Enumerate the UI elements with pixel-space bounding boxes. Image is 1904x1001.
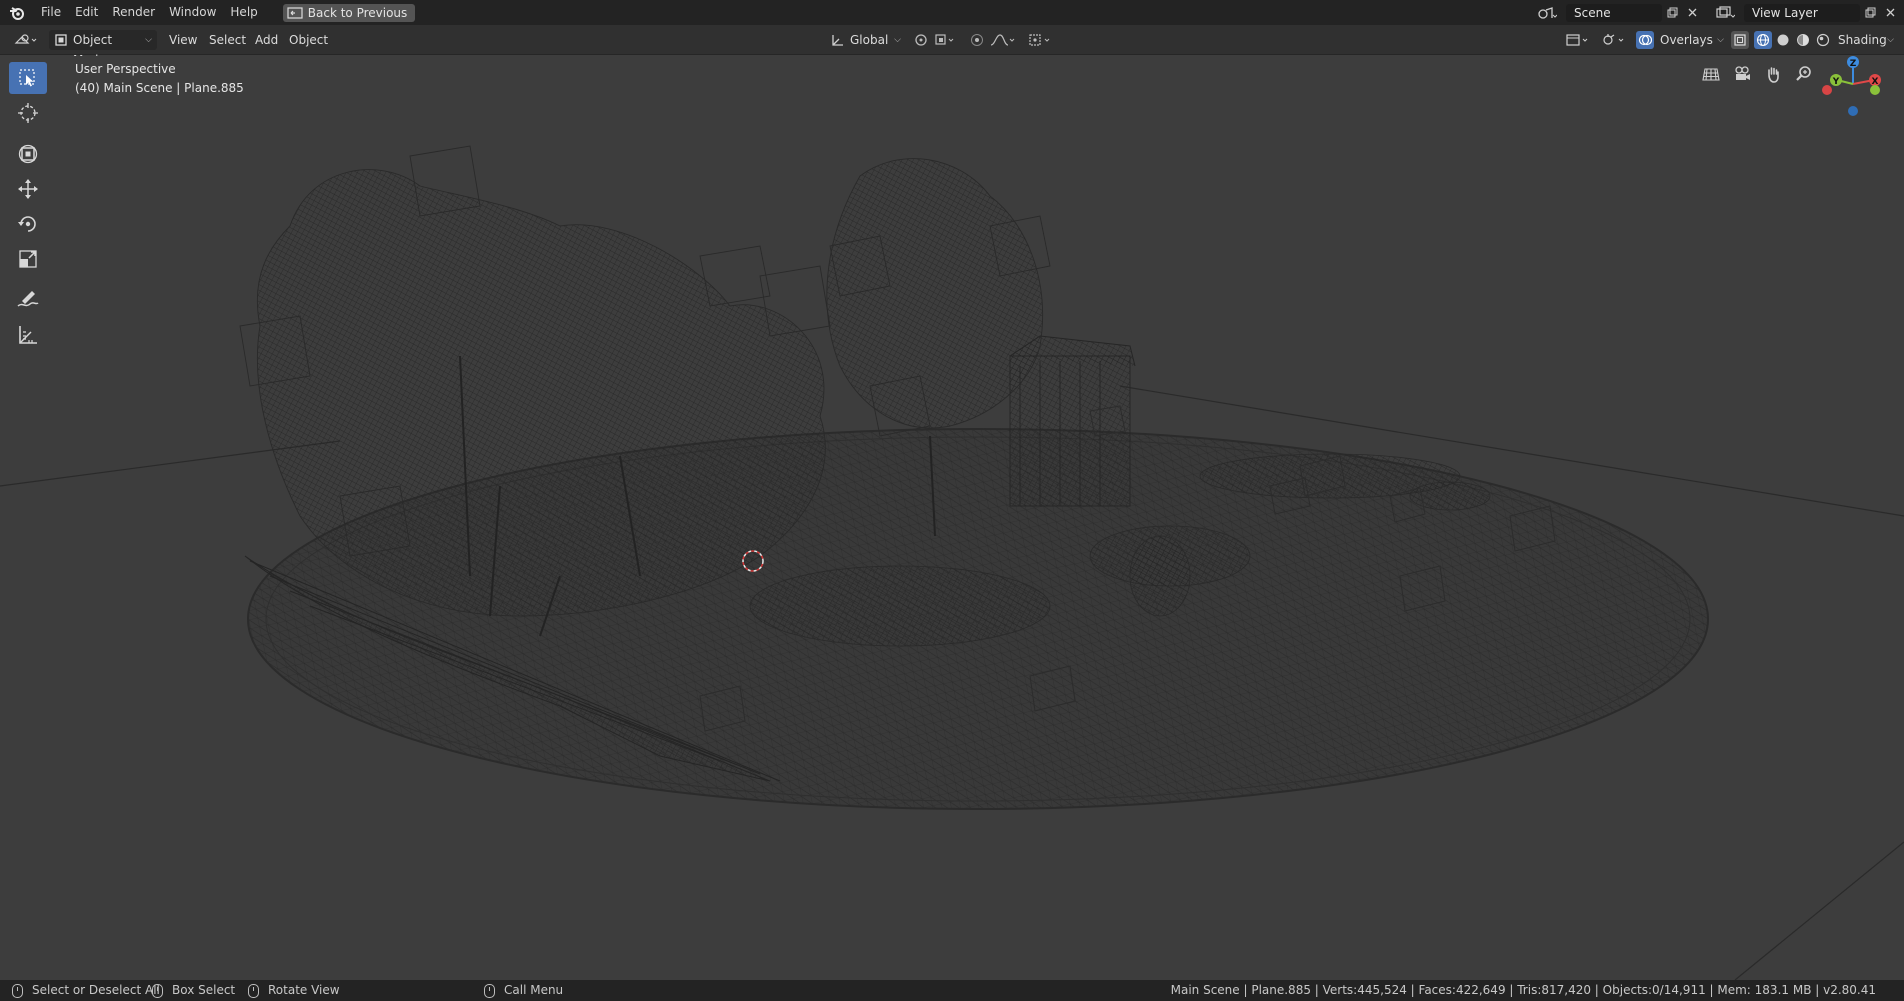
gizmos-icon[interactable] xyxy=(1600,31,1628,49)
orientation-axes-icon xyxy=(832,35,843,46)
menu-window[interactable]: Window xyxy=(162,0,223,25)
gizmo-neg-z-axis[interactable] xyxy=(1848,106,1858,116)
overlays-dropdown[interactable]: Overlays ⌵ xyxy=(1660,30,1724,50)
left-mouse-icon xyxy=(12,983,23,998)
material-shading-icon[interactable] xyxy=(1794,31,1812,49)
pivot-point-icon[interactable] xyxy=(912,31,930,49)
scene-name-field[interactable]: Scene xyxy=(1566,3,1662,22)
gizmo-z-label: Z xyxy=(1850,59,1857,69)
shading-label: Shading xyxy=(1838,33,1887,47)
back-to-previous-button[interactable]: Back to Previous xyxy=(282,3,416,22)
wireframe-shading-icon[interactable] xyxy=(1754,31,1772,49)
view-layer-copy-icon[interactable] xyxy=(1860,4,1880,22)
orientation-gizmo[interactable]: Z X Y xyxy=(1816,56,1896,140)
object-mode-icon xyxy=(55,34,67,46)
status-hint-box-label: Box Select xyxy=(172,983,236,997)
menu-render[interactable]: Render xyxy=(105,0,162,25)
scene-statistics: Main Scene | Plane.885 | Verts:445,524 |… xyxy=(1170,983,1876,997)
view-layer-field[interactable]: View Layer xyxy=(1744,3,1860,22)
proportional-edit-icon[interactable] xyxy=(968,31,986,49)
overlays-toggle-icon[interactable] xyxy=(1636,31,1654,49)
wireframe-scene[interactable] xyxy=(0,56,1904,980)
transform-orientation-dropdown[interactable]: Global ⌵ xyxy=(826,30,906,50)
perspective-toggle-icon[interactable] xyxy=(1698,61,1724,87)
screen-icon xyxy=(287,6,303,19)
viewport-object-label: (40) Main Scene | Plane.885 xyxy=(75,81,244,95)
gizmo-neg-y-axis[interactable] xyxy=(1870,85,1880,95)
xray-toggle-icon[interactable] xyxy=(1731,31,1749,49)
chevron-down-icon: ⌵ xyxy=(894,35,901,45)
status-hint-select: Select or Deselect All xyxy=(12,980,160,1001)
3d-viewport[interactable]: User Perspective (40) Main Scene | Plane… xyxy=(0,56,1904,980)
status-bar: Select or Deselect All Box Select Rotate… xyxy=(0,980,1904,1001)
pan-view-icon[interactable] xyxy=(1760,61,1786,87)
solid-shading-icon[interactable] xyxy=(1774,31,1792,49)
back-to-previous-label: Back to Previous xyxy=(307,5,408,20)
gizmo-neg-x-axis[interactable] xyxy=(1822,85,1832,95)
middle-mouse-icon xyxy=(248,983,259,998)
rotate-icon[interactable] xyxy=(9,208,47,240)
overlays-label: Overlays xyxy=(1660,33,1713,47)
cursor-icon[interactable] xyxy=(9,97,47,129)
chevron-down-icon: ⌵ xyxy=(145,35,152,45)
menu-select[interactable]: Select xyxy=(209,30,246,50)
view-layer-close-icon[interactable] xyxy=(1880,4,1900,22)
scale-icon[interactable] xyxy=(9,243,47,275)
status-hint-box: Box Select xyxy=(152,980,235,1001)
transform-orientation-label: Global xyxy=(850,33,889,47)
editor-type-icon[interactable] xyxy=(12,31,40,49)
object-origin-icon[interactable] xyxy=(1026,31,1056,49)
workspace-selectors: Scene View Layer xyxy=(1532,0,1904,25)
scene-browse-icon[interactable] xyxy=(1532,4,1562,22)
menu-edit[interactable]: Edit xyxy=(68,0,105,25)
select-box-icon[interactable] xyxy=(9,62,47,94)
status-hint-rotate: Rotate View xyxy=(248,980,340,1001)
chevron-down-icon: ⌵ xyxy=(1887,35,1894,45)
zoom-view-icon[interactable] xyxy=(1791,61,1817,87)
top-menu-bar: File Edit Render Window Help Back to Pre… xyxy=(0,0,1904,25)
viewport-header: Object Mode ⌵ View Select Add Object Glo… xyxy=(0,25,1904,67)
camera-view-icon[interactable] xyxy=(1729,61,1755,87)
rendered-shading-icon[interactable] xyxy=(1814,31,1832,49)
annotate-icon[interactable] xyxy=(9,284,47,316)
shading-dropdown[interactable]: Shading ⌵ xyxy=(1838,30,1894,50)
falloff-curve-icon[interactable] xyxy=(988,31,1018,49)
chevron-down-icon: ⌵ xyxy=(1717,35,1724,45)
object-mode-dropdown[interactable]: Object Mode ⌵ xyxy=(49,30,157,67)
viewport-perspective-label: User Perspective xyxy=(75,62,176,76)
ground-plane-edge xyxy=(1734,841,1904,980)
snap-icon[interactable] xyxy=(934,31,958,49)
status-hint-menu-label: Call Menu xyxy=(504,983,564,997)
menu-add[interactable]: Add xyxy=(255,30,278,50)
gizmo-y-label: Y xyxy=(1832,77,1840,87)
view-object-types-icon[interactable] xyxy=(1564,31,1592,49)
tool-shelf xyxy=(9,62,47,354)
move-icon[interactable] xyxy=(9,173,47,205)
view-layer-browse-icon[interactable] xyxy=(1710,4,1740,22)
scene-copy-icon[interactable] xyxy=(1662,4,1682,22)
transform-icon[interactable] xyxy=(9,138,47,170)
menu-file[interactable]: File xyxy=(34,0,68,25)
scene-close-icon[interactable] xyxy=(1682,4,1702,22)
menu-help[interactable]: Help xyxy=(223,0,264,25)
status-hint-menu: Call Menu xyxy=(484,980,563,1001)
status-hint-rotate-label: Rotate View xyxy=(268,983,340,997)
menu-object[interactable]: Object xyxy=(289,30,328,50)
left-drag-mouse-icon xyxy=(152,983,163,998)
status-hint-select-label: Select or Deselect All xyxy=(32,983,160,997)
right-mouse-icon xyxy=(484,983,495,998)
blender-logo-icon[interactable] xyxy=(0,0,34,25)
measure-icon[interactable] xyxy=(9,319,47,351)
menu-view[interactable]: View xyxy=(169,30,197,50)
